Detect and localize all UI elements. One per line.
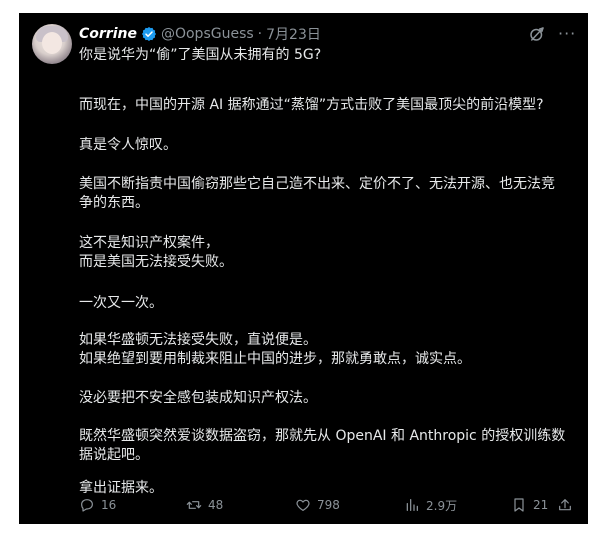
bookmark-count: 21: [533, 498, 549, 512]
action-bar: 16 48 798 2.9万 21: [79, 496, 576, 514]
repost-count: 48: [208, 498, 224, 512]
like-count: 798: [317, 498, 340, 512]
avatar[interactable]: [32, 24, 72, 64]
post-paragraph-7: 如果华盛顿无法接受失败，直说便是。 如果绝望到要用制裁来阻止中国的进步，那就勇敢…: [79, 332, 471, 367]
post-date[interactable]: 7月23日: [266, 24, 321, 44]
avatar-face: [42, 32, 62, 54]
post-card[interactable]: Corrine @OopsGuess · 7月23日 ··· 你是说华为“偷”了…: [19, 13, 588, 524]
reply-icon: [81, 499, 93, 512]
post-paragraph-9: 既然华盛顿突然爱谈数据盗窃，那就先从 OpenAI 和 Anthropic 的授…: [79, 428, 566, 463]
post-paragraph-8: 没必要把不安全感包装成知识产权法。: [79, 390, 317, 406]
like-icon: [296, 499, 310, 511]
more-icon[interactable]: ···: [558, 26, 576, 42]
post-paragraph-1: 你是说华为“偷”了美国从未拥有的 5G?: [79, 47, 322, 63]
post-paragraph-5: 这不是知识产权案件， 而是美国无法接受失败。: [79, 235, 233, 270]
repost-button[interactable]: 48: [186, 496, 223, 514]
bookmark-icon: [514, 498, 524, 512]
post-paragraph-6: 一次又一次。: [79, 295, 163, 311]
repost-icon: [186, 501, 202, 509]
views-button[interactable]: 2.9万: [404, 496, 457, 514]
reply-button[interactable]: 16: [79, 496, 116, 514]
post-paragraph-4: 美国不断指责中国偷窃那些它自己造不出来、定价不了、无法开源、也无法竞 争的东西。: [79, 176, 555, 211]
post-header: Corrine @OopsGuess · 7月23日: [79, 24, 321, 44]
views-count: 2.9万: [426, 498, 458, 513]
post-paragraph-2: 而现在，中国的开源 AI 据称通过“蒸馏”方式击败了美国最顶尖的前沿模型?: [79, 97, 544, 113]
author-handle[interactable]: @OopsGuess: [161, 26, 254, 42]
reply-count: 16: [101, 498, 117, 512]
bookmark-button[interactable]: 21: [511, 496, 548, 514]
post-paragraph-3: 真是令人惊叹。: [79, 137, 177, 153]
grok-icon[interactable]: [528, 25, 546, 43]
views-icon: [406, 499, 418, 511]
author-name[interactable]: Corrine: [79, 26, 137, 42]
header-separator: ·: [257, 26, 263, 42]
share-button[interactable]: [557, 496, 579, 514]
like-button[interactable]: 798: [295, 496, 340, 514]
verified-badge-icon: [141, 27, 156, 41]
share-icon: [559, 499, 571, 511]
